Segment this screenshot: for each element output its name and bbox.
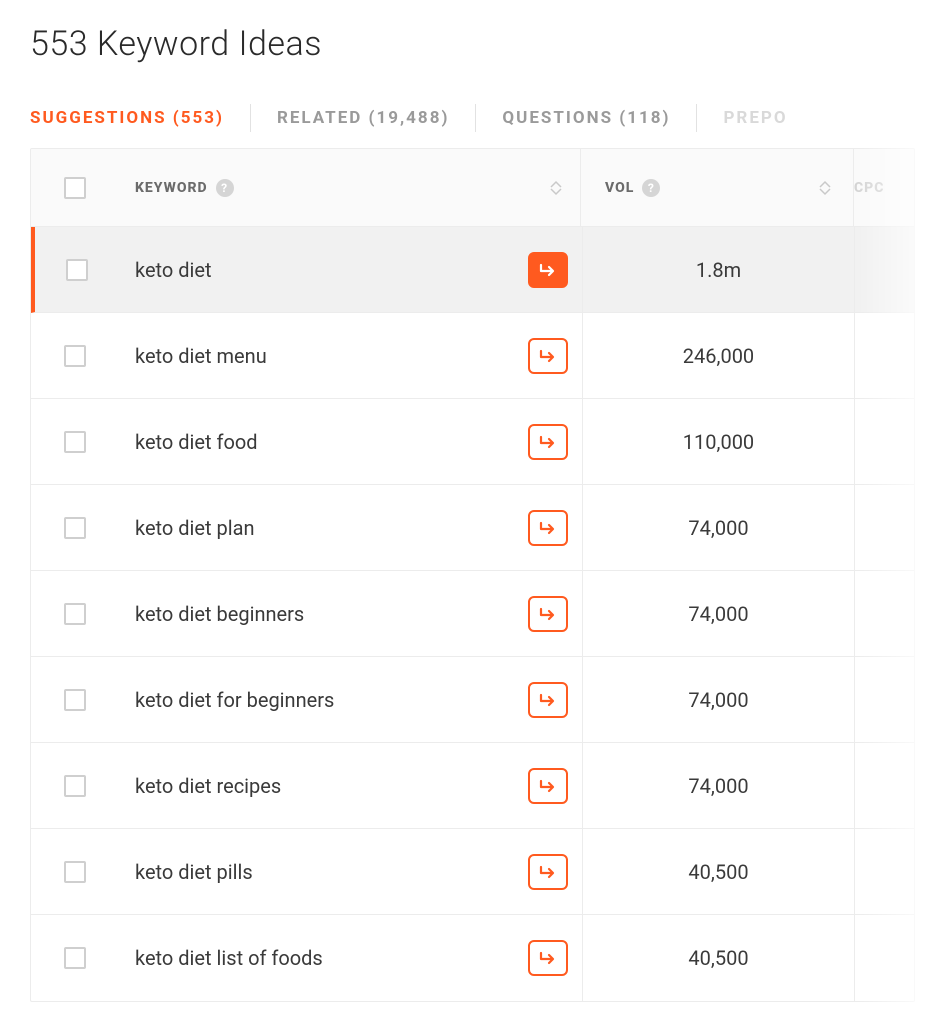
sort-vol[interactable] — [805, 180, 845, 196]
keyword-text: keto diet for beginners — [135, 688, 520, 712]
keyword-text: keto diet — [135, 258, 520, 282]
expand-icon[interactable] — [528, 768, 568, 804]
column-header-cpc[interactable]: CPC — [854, 180, 884, 196]
table-row[interactable]: keto diet recipes 74,000 — [31, 743, 914, 829]
keyword-text: keto diet list of foods — [135, 946, 520, 970]
row-checkbox[interactable] — [64, 345, 86, 367]
cpc-cell — [854, 399, 914, 484]
expand-icon[interactable] — [528, 252, 568, 288]
tab-separator — [696, 104, 697, 132]
keyword-text: keto diet food — [135, 430, 520, 454]
column-header-keyword[interactable]: KEYWORD — [135, 180, 208, 196]
keyword-table: KEYWORD ? VOL ? CPC — [30, 148, 915, 1002]
table-row[interactable]: keto diet list of foods 40,500 — [31, 915, 914, 1001]
volume-cell: 40,500 — [582, 915, 854, 1001]
expand-icon[interactable] — [528, 596, 568, 632]
expand-icon[interactable] — [528, 940, 568, 976]
table-row[interactable]: keto diet food 110,000 — [31, 399, 914, 485]
cpc-cell — [854, 829, 914, 914]
row-checkbox[interactable] — [64, 775, 86, 797]
tabs: SUGGESTIONS (553) RELATED (19,488) QUEST… — [30, 102, 915, 134]
row-checkbox[interactable] — [64, 431, 86, 453]
row-checkbox[interactable] — [64, 603, 86, 625]
column-header-vol[interactable]: VOL — [605, 180, 634, 196]
row-checkbox[interactable] — [64, 861, 86, 883]
volume-cell: 40,500 — [582, 829, 854, 914]
expand-icon[interactable] — [528, 854, 568, 890]
tab-questions[interactable]: QUESTIONS (118) — [502, 102, 670, 134]
volume-cell: 74,000 — [582, 571, 854, 656]
row-checkbox[interactable] — [64, 517, 86, 539]
cpc-cell — [854, 743, 914, 828]
tab-prepositions[interactable]: PREPO — [723, 102, 787, 134]
tab-related[interactable]: RELATED (19,488) — [277, 102, 449, 134]
volume-cell: 74,000 — [582, 657, 854, 742]
tab-separator — [250, 104, 251, 132]
volume-cell: 110,000 — [582, 399, 854, 484]
tab-separator — [475, 104, 476, 132]
keyword-text: keto diet recipes — [135, 774, 520, 798]
expand-icon[interactable] — [528, 338, 568, 374]
volume-cell: 74,000 — [582, 485, 854, 570]
table-row[interactable]: keto diet beginners 74,000 — [31, 571, 914, 657]
select-all-checkbox[interactable] — [64, 177, 86, 199]
cpc-cell — [854, 227, 914, 312]
expand-icon[interactable] — [528, 510, 568, 546]
help-icon[interactable]: ? — [216, 179, 234, 197]
expand-icon[interactable] — [528, 424, 568, 460]
row-checkbox[interactable] — [64, 689, 86, 711]
table-row[interactable]: keto diet pills 40,500 — [31, 829, 914, 915]
volume-cell: 74,000 — [582, 743, 854, 828]
cpc-cell — [854, 657, 914, 742]
table-header: KEYWORD ? VOL ? CPC — [31, 149, 914, 227]
help-icon[interactable]: ? — [642, 179, 660, 197]
table-row[interactable]: keto diet 1.8m — [31, 227, 914, 313]
keyword-text: keto diet beginners — [135, 602, 520, 626]
page-title: 553 Keyword Ideas — [30, 24, 915, 64]
keyword-text: keto diet menu — [135, 344, 520, 368]
row-checkbox[interactable] — [66, 259, 88, 281]
sort-keyword[interactable] — [532, 180, 580, 196]
cpc-cell — [854, 313, 914, 398]
volume-cell: 1.8m — [582, 227, 854, 312]
table-row[interactable]: keto diet menu 246,000 — [31, 313, 914, 399]
table-row[interactable]: keto diet plan 74,000 — [31, 485, 914, 571]
cpc-cell — [854, 915, 914, 1001]
keyword-text: keto diet plan — [135, 516, 520, 540]
volume-cell: 246,000 — [582, 313, 854, 398]
cpc-cell — [854, 485, 914, 570]
expand-icon[interactable] — [528, 682, 568, 718]
keyword-text: keto diet pills — [135, 860, 520, 884]
row-checkbox[interactable] — [64, 947, 86, 969]
tab-suggestions[interactable]: SUGGESTIONS (553) — [30, 102, 224, 134]
cpc-cell — [854, 571, 914, 656]
table-row[interactable]: keto diet for beginners 74,000 — [31, 657, 914, 743]
